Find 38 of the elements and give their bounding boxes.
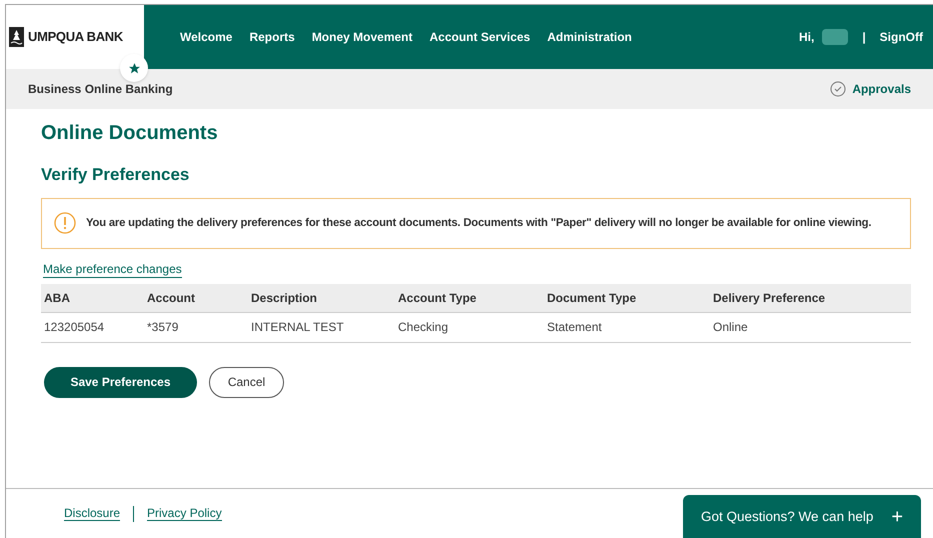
nav-link[interactable]: Reports xyxy=(249,28,295,46)
column-header: ABA xyxy=(44,290,71,306)
help-chat-button[interactable]: Got Questions? We can help + xyxy=(683,495,921,538)
signoff-link[interactable]: SignOff xyxy=(880,28,923,46)
nav-link[interactable]: Money Movement xyxy=(312,28,412,46)
column-header: Description xyxy=(251,290,318,306)
separator: | xyxy=(862,29,866,46)
table-cell-text: INTERNAL TEST xyxy=(251,319,345,336)
app-title: Business Online Banking xyxy=(28,81,173,98)
redacted-name xyxy=(822,29,848,45)
approvals-link[interactable]: Approvals xyxy=(830,80,911,98)
greeting: Hi, xyxy=(798,29,814,46)
footer-link[interactable]: Privacy Policy xyxy=(147,506,222,521)
tree-logo-icon xyxy=(9,27,24,47)
plus-icon: + xyxy=(891,502,903,532)
nav-link[interactable]: Account Services xyxy=(430,28,530,46)
table-cell-text: Online xyxy=(713,319,749,336)
column-header: Account Type xyxy=(398,290,478,306)
table-cell-text: 123205054 xyxy=(44,319,106,336)
check-circle-icon xyxy=(830,81,846,97)
brand-name: UMPQUA BANK xyxy=(28,28,123,46)
nav-link[interactable]: Welcome xyxy=(180,28,232,46)
page-title: Online Documents xyxy=(41,121,219,146)
column-header: Document Type xyxy=(547,290,638,306)
footer-link[interactable]: Disclosure xyxy=(64,506,120,521)
cancel-button[interactable]: Cancel xyxy=(209,366,284,398)
column-header: Account xyxy=(147,290,196,306)
warning-icon xyxy=(54,212,76,234)
warning-message: You are updating the delivery preferences for these account documents. Documents with "Paper" delivery will no longer be available for online viewing. xyxy=(86,216,872,231)
nav-link[interactable]: Administration xyxy=(547,28,632,46)
star-icon xyxy=(128,62,140,74)
column-header: Delivery Preference xyxy=(713,290,826,306)
table-cell-text: *3579 xyxy=(147,319,180,336)
make-changes-link[interactable]: Make preference changes xyxy=(43,262,182,278)
table-cell-text: Checking xyxy=(398,319,450,336)
section-title: Verify Preferences xyxy=(41,164,190,186)
table-cell-text: Statement xyxy=(547,319,603,336)
save-button[interactable]: Save Preferences xyxy=(44,366,197,398)
